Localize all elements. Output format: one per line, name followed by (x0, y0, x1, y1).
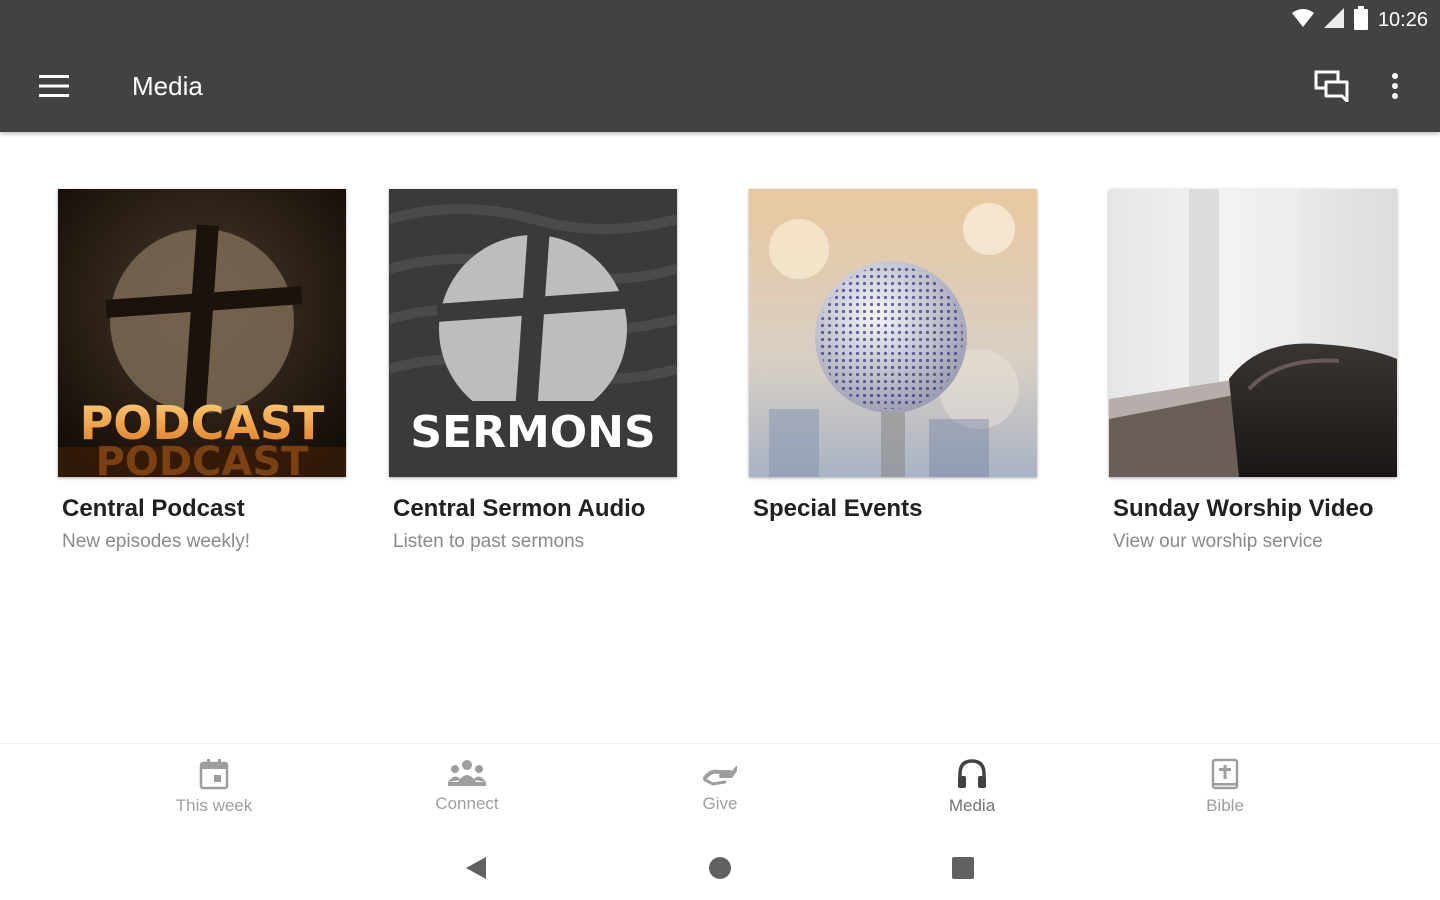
system-navigation (0, 836, 1440, 900)
nav-item-give[interactable]: Give (645, 758, 795, 828)
status-bar: 10:26 (0, 0, 1440, 40)
sermons-artwork: SERMONS (389, 189, 677, 477)
app-bar: Media (0, 40, 1440, 132)
podcast-artwork: PODCAST PODCAST (58, 189, 346, 477)
chat-button[interactable] (1304, 62, 1360, 110)
nav-label: Media (948, 796, 996, 815)
card-subtitle: View our worship service (1113, 531, 1323, 552)
menu-icon (39, 75, 69, 97)
recents-button[interactable] (939, 848, 987, 888)
card-title: Sunday Worship Video (1113, 495, 1374, 522)
media-card-sermons[interactable]: SERMONS Central Sermon Audio Listen to p… (389, 189, 677, 553)
signal-icon (1323, 7, 1344, 33)
media-card-worship-video[interactable]: Sunday Worship Video View our worship se… (1109, 189, 1397, 553)
back-icon (466, 857, 486, 879)
menu-button[interactable] (26, 62, 82, 110)
nav-label: Connect (435, 794, 499, 813)
bottom-navigation: This week Connect Give Media Bible (0, 743, 1440, 836)
status-icons: 10:26 (1291, 5, 1428, 35)
svg-text:SERMONS: SERMONS (410, 407, 655, 458)
nav-label: This week (175, 796, 253, 815)
recents-icon (952, 857, 974, 879)
nav-item-media[interactable]: Media (897, 758, 1047, 828)
page-title: Media (132, 71, 203, 101)
more-options-button[interactable] (1370, 62, 1420, 110)
svg-text:PODCAST: PODCAST (96, 439, 310, 477)
bible-icon (1211, 758, 1239, 790)
card-subtitle: New episodes weekly! (62, 531, 250, 552)
nav-label: Bible (1206, 796, 1244, 815)
card-title: Central Sermon Audio (393, 495, 646, 522)
home-icon (709, 857, 731, 879)
media-card-special-events[interactable]: Special Events (749, 189, 1037, 523)
status-time: 10:26 (1377, 8, 1428, 31)
group-icon (448, 760, 486, 786)
more-vert-icon (1392, 73, 1398, 99)
nav-item-bible[interactable]: Bible (1150, 758, 1300, 828)
card-title: Central Podcast (62, 495, 245, 522)
card-title: Special Events (753, 495, 923, 522)
wifi-icon (1291, 8, 1314, 33)
nav-item-connect[interactable]: Connect (392, 758, 542, 828)
media-card-podcast[interactable]: PODCAST PODCAST Central Podcast New epis… (58, 189, 346, 553)
calendar-icon (199, 759, 229, 790)
headphones-icon (958, 759, 986, 788)
card-subtitle: Listen to past sermons (393, 531, 585, 552)
give-hand-icon (703, 766, 737, 786)
home-button[interactable] (696, 848, 744, 888)
battery-icon (1353, 5, 1368, 35)
nav-label: Give (702, 794, 738, 813)
nav-item-this-week[interactable]: This week (139, 758, 289, 828)
microphone-photo (749, 189, 1037, 477)
back-button[interactable] (452, 848, 500, 888)
chat-icon (1314, 70, 1349, 102)
bible-photo (1109, 189, 1397, 477)
